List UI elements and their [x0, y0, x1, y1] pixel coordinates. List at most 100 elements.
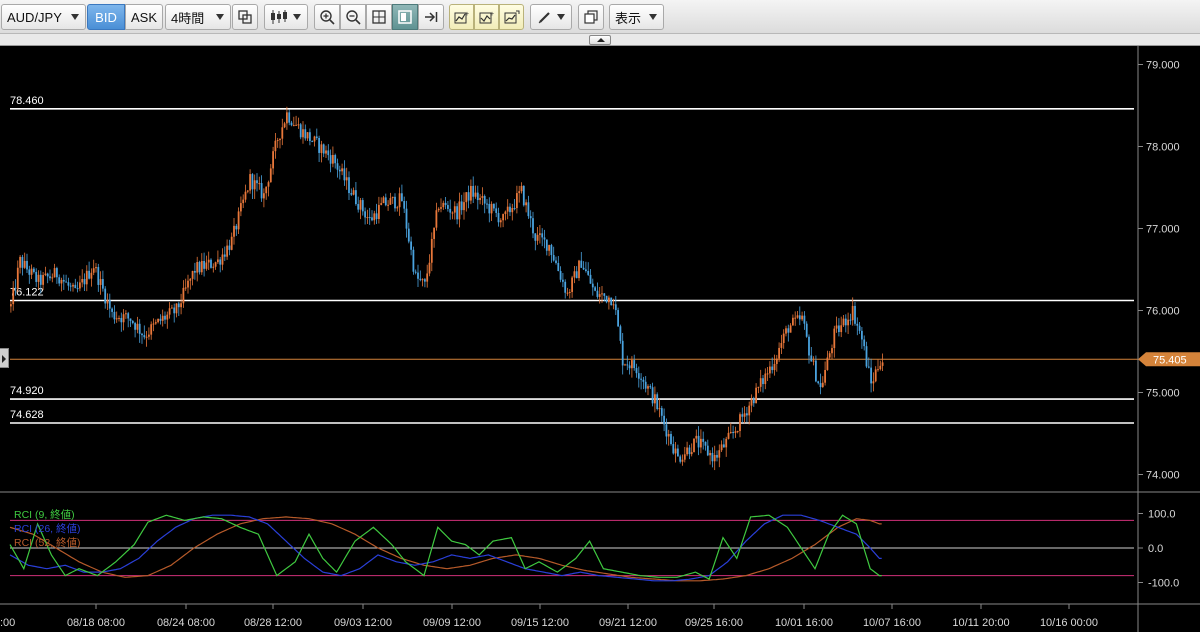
candle-body	[129, 318, 132, 321]
chart-type-select[interactable]	[264, 4, 308, 30]
candle-body	[447, 205, 449, 209]
panel-toggle-button[interactable]	[392, 4, 418, 30]
time-tick-label: 09/25 16:00	[685, 617, 743, 629]
candle-body	[527, 202, 530, 217]
candle-body	[881, 362, 884, 366]
candle-body	[115, 318, 118, 320]
candle-body	[700, 438, 702, 448]
scroll-end-button[interactable]	[418, 4, 444, 30]
add-indicator-button[interactable]: +	[449, 4, 474, 30]
candle-body	[417, 272, 419, 279]
candle-body	[490, 203, 493, 214]
fit-button[interactable]	[366, 4, 392, 30]
candle-body	[748, 405, 751, 416]
candle-body	[706, 445, 709, 456]
candle-body	[315, 136, 318, 138]
candle-body	[658, 408, 661, 410]
candle-body	[624, 364, 626, 366]
candle-body	[635, 368, 638, 374]
timeframe-select[interactable]: 4時間	[165, 4, 231, 30]
zoom-in-button[interactable]	[314, 4, 340, 30]
price-tick-label: 75.000	[1146, 388, 1180, 400]
candle-body	[281, 127, 284, 139]
candle-body	[858, 325, 861, 331]
candle-body	[272, 151, 274, 169]
window-link-icon	[238, 10, 252, 24]
candle-body	[488, 203, 491, 214]
indicator-settings-button[interactable]	[499, 4, 524, 30]
left-panel-handle[interactable]	[0, 348, 9, 368]
candle-body	[725, 438, 728, 448]
candle-body	[69, 285, 72, 287]
candle-body	[120, 317, 123, 323]
time-tick-label: 09/15 12:00	[511, 617, 569, 629]
candle-body	[451, 212, 454, 214]
candle-body	[364, 211, 366, 218]
candle-body	[808, 336, 810, 356]
candle-body	[148, 334, 150, 337]
candle-body	[472, 185, 475, 197]
add-subchart-button[interactable]: +	[474, 4, 499, 30]
candle-body	[879, 365, 882, 370]
candle-body	[191, 271, 194, 279]
window-copy-button[interactable]	[578, 4, 604, 30]
candle-body	[217, 259, 219, 263]
candle-body	[60, 279, 63, 284]
candle-body	[851, 305, 854, 321]
candle-body	[470, 185, 472, 201]
candle-body	[334, 155, 337, 164]
bid-button[interactable]: BID	[87, 4, 125, 30]
candle-body	[19, 256, 21, 268]
candle-body	[474, 192, 477, 197]
candle-body	[631, 360, 633, 369]
candle-body	[651, 387, 654, 404]
candle-body	[138, 323, 141, 334]
candle-body	[125, 313, 127, 315]
chart-area[interactable]: 78.46076.12274.92074.628 RCI (9, 終値)RCI …	[0, 46, 1200, 632]
candle-body	[497, 212, 500, 223]
time-tick-label: 09/09 12:00	[423, 617, 481, 629]
candle-body	[150, 324, 153, 335]
candle	[578, 259, 580, 281]
candle-body	[456, 206, 458, 220]
candle-body	[504, 211, 507, 215]
candle-body	[757, 386, 760, 388]
display-menu[interactable]: 表示	[609, 4, 664, 30]
candle-body	[97, 267, 100, 285]
price-tick-label: 78.000	[1146, 142, 1180, 154]
candle-body	[545, 239, 548, 251]
candle-body	[663, 415, 665, 425]
candle-body	[10, 304, 12, 307]
candle-body	[683, 454, 686, 460]
zoom-out-button[interactable]	[340, 4, 366, 30]
candle	[610, 297, 613, 306]
candle-body	[718, 450, 721, 458]
candle-body	[649, 386, 652, 388]
candle-body	[424, 279, 426, 282]
candle-body	[81, 279, 84, 283]
time-tick-label: 10/01 16:00	[775, 617, 833, 629]
candle-body	[833, 328, 836, 349]
candle-body	[260, 183, 263, 199]
candle-body	[831, 348, 833, 354]
rci-legend-item: RCI (26, 終値)	[14, 522, 81, 535]
candle-body	[672, 444, 675, 454]
candle-body	[626, 364, 629, 366]
candle-body	[568, 291, 571, 293]
candle-body	[292, 125, 295, 127]
candle-body	[741, 414, 744, 417]
symbol-select[interactable]: AUD/JPY	[1, 4, 86, 30]
candle-body	[486, 203, 488, 205]
candle-body	[79, 282, 81, 289]
ask-button[interactable]: ASK	[125, 4, 163, 30]
candle-body	[295, 124, 297, 126]
candle-body	[844, 318, 847, 326]
drawing-tool-select[interactable]	[530, 4, 572, 30]
scroll-end-icon	[425, 12, 438, 22]
collapse-toolbar-button[interactable]	[589, 35, 611, 45]
time-tick-label: 09/03 12:00	[334, 617, 392, 629]
window-link-button[interactable]	[232, 4, 258, 30]
candle-body	[230, 236, 233, 250]
candle-body	[240, 203, 242, 212]
candle-body	[35, 271, 38, 282]
